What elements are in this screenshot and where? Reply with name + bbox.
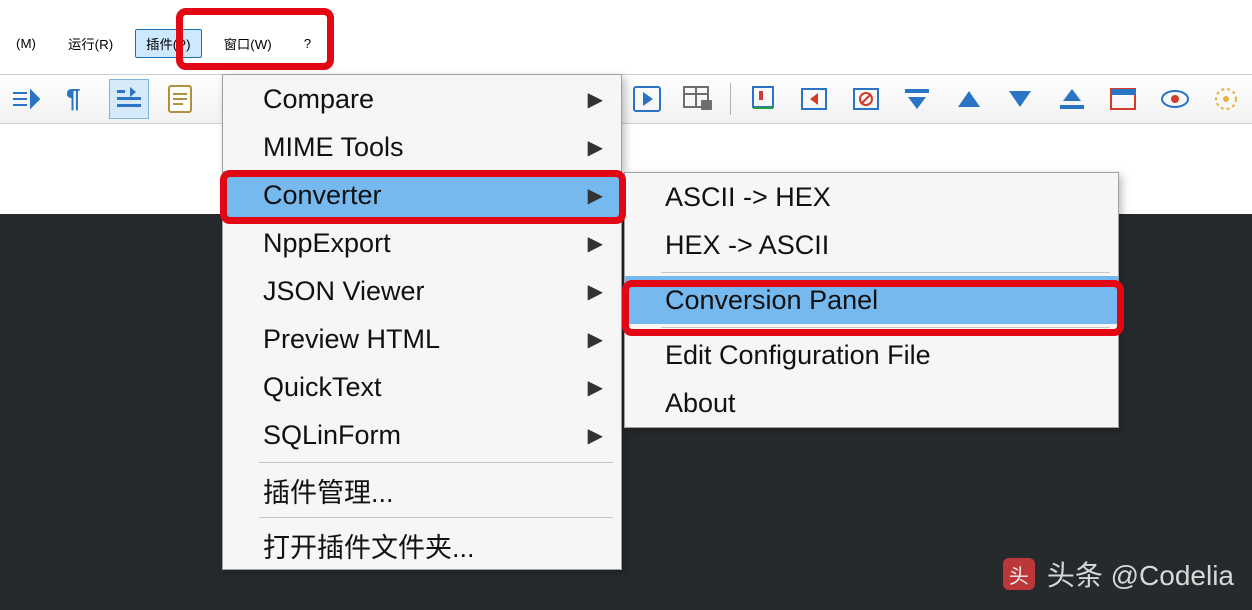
menu-label: Edit Configuration File xyxy=(665,340,931,371)
menu-item-m[interactable]: (M) xyxy=(6,32,46,55)
plugins-dropdown: Compare ▶ MIME Tools ▶ Converter ▶ NppEx… xyxy=(222,74,622,570)
submenu-arrow-icon: ▶ xyxy=(588,135,603,160)
watermark-icon: 头 xyxy=(1003,558,1035,590)
color-prev-icon[interactable] xyxy=(794,79,834,119)
menu-separator xyxy=(259,462,613,463)
submenu-ascii-to-hex[interactable]: ASCII -> HEX xyxy=(625,173,1118,221)
menu-label: MIME Tools xyxy=(263,132,404,163)
menu-mime-tools[interactable]: MIME Tools ▶ xyxy=(223,123,621,171)
script-icon[interactable] xyxy=(161,79,201,119)
up-icon[interactable] xyxy=(949,79,989,119)
converter-submenu: ASCII -> HEX HEX -> ASCII Conversion Pan… xyxy=(624,172,1119,428)
watermark: 头 头条 @Codelia xyxy=(1003,554,1234,594)
menu-label: SQLinForm xyxy=(263,420,401,451)
linkify-icon[interactable] xyxy=(6,79,46,119)
menu-sqlinform[interactable]: SQLinForm ▶ xyxy=(223,411,621,459)
marker-icon[interactable] xyxy=(743,79,783,119)
submenu-arrow-icon: ▶ xyxy=(588,231,603,256)
toolbar: ¶ xyxy=(0,74,1252,124)
submenu-conversion-panel[interactable]: Conversion Panel xyxy=(625,276,1118,324)
menu-label: HEX -> ASCII xyxy=(665,230,829,261)
submenu-arrow-icon: ▶ xyxy=(588,279,603,304)
menu-label: 插件管理... xyxy=(263,471,394,510)
menu-label: Compare xyxy=(263,84,374,115)
menu-label: JSON Viewer xyxy=(263,276,425,307)
menu-item-window[interactable]: 窗口(W) xyxy=(214,30,282,57)
play-right-icon[interactable] xyxy=(627,79,667,119)
menu-label: Conversion Panel xyxy=(665,285,878,316)
menu-nppexport[interactable]: NppExport ▶ xyxy=(223,219,621,267)
svg-text:¶: ¶ xyxy=(66,85,80,113)
paragraph-icon[interactable]: ¶ xyxy=(58,79,98,119)
misc-icon[interactable] xyxy=(1207,79,1247,119)
menu-label: NppExport xyxy=(263,228,391,259)
menu-json-viewer[interactable]: JSON Viewer ▶ xyxy=(223,267,621,315)
menu-converter[interactable]: Converter ▶ xyxy=(223,171,621,219)
menu-item-plugins[interactable]: 插件(P) xyxy=(135,29,201,58)
menu-label: Converter xyxy=(263,180,382,211)
menu-label: Preview HTML xyxy=(263,324,440,355)
submenu-arrow-icon: ▶ xyxy=(588,327,603,352)
menu-separator xyxy=(661,272,1110,273)
submenu-edit-config[interactable]: Edit Configuration File xyxy=(625,331,1118,379)
menu-quicktext[interactable]: QuickText ▶ xyxy=(223,363,621,411)
menu-label: 打开插件文件夹... xyxy=(263,526,475,565)
menu-separator xyxy=(661,327,1110,328)
submenu-arrow-icon: ▶ xyxy=(588,87,603,112)
menu-open-plugin-folder[interactable]: 打开插件文件夹... xyxy=(223,521,621,569)
eye-icon[interactable] xyxy=(1155,79,1195,119)
color-delete-icon[interactable] xyxy=(846,79,886,119)
menu-item-run[interactable]: 运行(R) xyxy=(58,30,123,57)
panel-icon[interactable] xyxy=(1104,79,1144,119)
menu-preview-html[interactable]: Preview HTML ▶ xyxy=(223,315,621,363)
menu-plugin-admin[interactable]: 插件管理... xyxy=(223,466,621,514)
down-icon[interactable] xyxy=(1001,79,1041,119)
menu-item-help[interactable]: ? xyxy=(294,32,321,55)
menu-label: About xyxy=(665,388,736,419)
menu-compare[interactable]: Compare ▶ xyxy=(223,75,621,123)
collapse-bottom-icon[interactable] xyxy=(1052,79,1092,119)
submenu-about[interactable]: About xyxy=(625,379,1118,427)
submenu-arrow-icon: ▶ xyxy=(588,375,603,400)
menu-separator xyxy=(259,517,613,518)
indent-icon[interactable] xyxy=(109,79,149,119)
table-lock-icon[interactable] xyxy=(678,79,718,119)
watermark-text: 头条 @Codelia xyxy=(1047,554,1234,594)
toolbar-separator xyxy=(730,83,731,115)
menubar: (M) 运行(R) 插件(P) 窗口(W) ? xyxy=(0,18,327,68)
menu-label: ASCII -> HEX xyxy=(665,182,831,213)
collapse-icon[interactable] xyxy=(897,79,937,119)
submenu-arrow-icon: ▶ xyxy=(588,183,603,208)
submenu-hex-to-ascii[interactable]: HEX -> ASCII xyxy=(625,221,1118,269)
submenu-arrow-icon: ▶ xyxy=(588,423,603,448)
menu-label: QuickText xyxy=(263,372,382,403)
